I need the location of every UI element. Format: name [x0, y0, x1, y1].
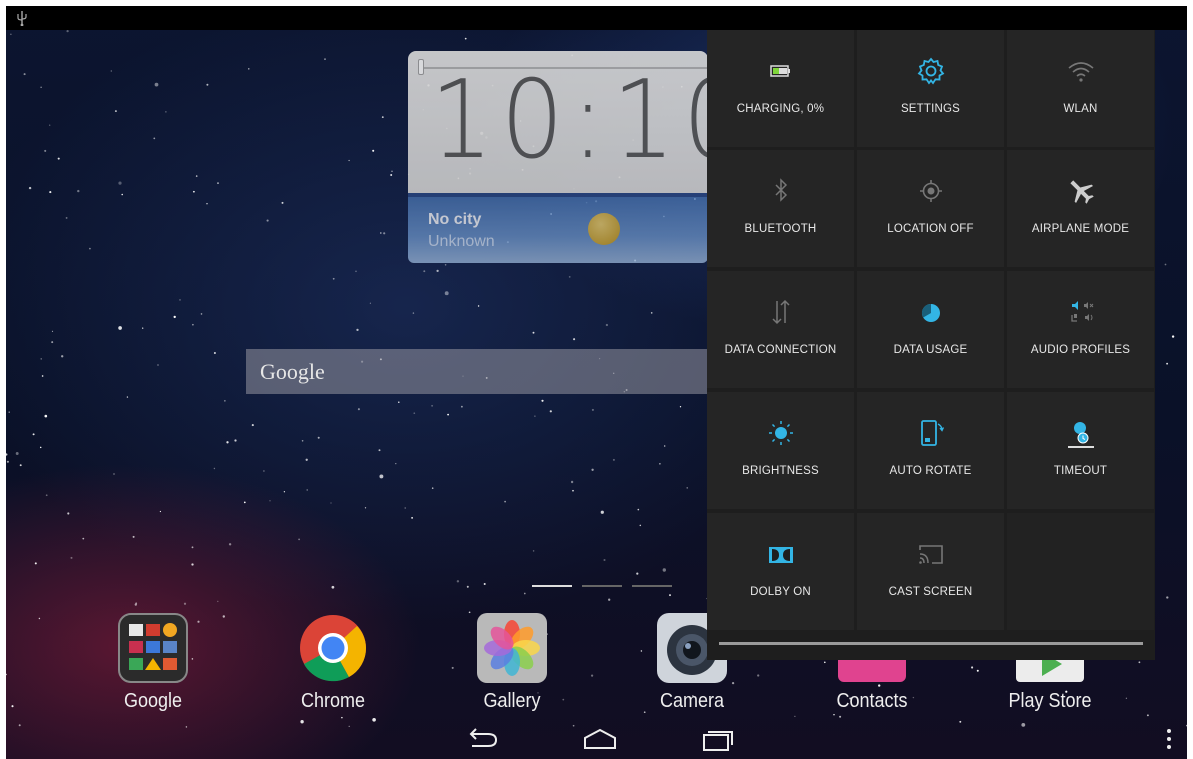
tile-cast-screen[interactable]: CAST SCREEN [857, 513, 1004, 630]
app-label: Chrome [300, 690, 366, 712]
app-label: Google [123, 690, 183, 712]
tile-label: TIMEOUT [1053, 465, 1108, 477]
wifi-icon [1067, 62, 1094, 82]
sun-icon [588, 213, 620, 245]
back-button[interactable] [464, 726, 500, 752]
brightness-icon [768, 421, 793, 445]
tile-label: BRIGHTNESS [742, 465, 819, 477]
tile-bluetooth[interactable]: BLUETOOTH [707, 150, 854, 267]
data-arrows-icon [771, 299, 790, 325]
clock-face: 10:10 [408, 51, 746, 193]
weather-status: Unknown [428, 233, 495, 250]
gear-icon [917, 57, 944, 85]
tile-auto-rotate[interactable]: AUTO ROTATE [857, 392, 1004, 509]
weather-city: No city [428, 211, 482, 228]
app-label: Gallery [483, 690, 541, 712]
quick-settings-handle[interactable] [719, 642, 1143, 645]
google-folder-icon [117, 612, 189, 684]
page-indicator [632, 585, 672, 587]
tile-data-connection[interactable]: DATA CONNECTION [707, 271, 854, 388]
tile-label: LOCATION OFF [887, 223, 974, 235]
tile-label: DATA CONNECTION [724, 344, 837, 356]
tile-label: AUTO ROTATE [889, 465, 972, 477]
audio-profiles-icon [1070, 301, 1093, 322]
app-gallery[interactable]: Gallery [452, 612, 572, 713]
navigation-bar [6, 718, 1187, 759]
clock-weather-widget[interactable]: 10:10 No city Unknown [408, 51, 746, 263]
tile-data-usage[interactable]: DATA USAGE [857, 271, 1004, 388]
page-indicator-active [532, 585, 572, 587]
tile-label: DATA USAGE [893, 344, 968, 356]
home-screen: 10:10 No city Unknown Google Google Chro… [6, 6, 1187, 759]
data-usage-icon [921, 304, 940, 322]
overflow-menu-icon[interactable] [1161, 726, 1177, 752]
airplane-icon [1069, 180, 1094, 204]
status-bar[interactable] [6, 6, 1187, 30]
app-google-folder[interactable]: Google [93, 612, 213, 713]
home-button[interactable] [582, 726, 618, 752]
tile-label: DOLBY ON [750, 586, 811, 598]
tile-audio-profiles[interactable]: AUDIO PROFILES [1007, 271, 1154, 388]
gallery-icon [476, 612, 548, 684]
tile-charging[interactable]: CHARGING, 0% [707, 30, 854, 147]
tile-label: BLUETOOTH [744, 223, 817, 235]
battery-icon [769, 65, 790, 77]
location-icon [919, 180, 942, 202]
tile-location[interactable]: LOCATION OFF [857, 150, 1004, 267]
rotate-icon [920, 420, 944, 446]
tile-label: AIRPLANE MODE [1031, 223, 1130, 235]
usb-icon [17, 11, 27, 26]
quick-settings-panel: CHARGING, 0% SETTINGS WLAN BLUETOOTH LOC… [707, 30, 1155, 660]
tile-label: CAST SCREEN [888, 586, 973, 598]
tile-label: SETTINGS [900, 103, 961, 115]
app-label: Play Store [1008, 690, 1092, 712]
tile-label: WLAN [1063, 103, 1098, 115]
tile-empty [1007, 513, 1154, 630]
dolby-icon [768, 547, 793, 563]
recents-button[interactable] [700, 726, 736, 752]
clock-knob [418, 59, 424, 75]
tile-label: AUDIO PROFILES [1030, 344, 1131, 356]
timeout-icon [1067, 422, 1094, 448]
tile-airplane-mode[interactable]: AIRPLANE MODE [1007, 150, 1154, 267]
tile-timeout[interactable]: TIMEOUT [1007, 392, 1154, 509]
cast-icon [918, 545, 943, 564]
tile-wlan[interactable]: WLAN [1007, 30, 1154, 147]
weather-panel[interactable]: No city Unknown [408, 193, 708, 263]
clock-time: 10:10 [430, 58, 754, 183]
google-search-bar[interactable]: Google [246, 349, 716, 394]
google-search-label: Google [260, 359, 325, 384]
app-chrome[interactable]: Chrome [273, 612, 393, 713]
tile-brightness[interactable]: BRIGHTNESS [707, 392, 854, 509]
page-indicator [582, 585, 622, 587]
app-label: Camera [659, 690, 725, 712]
tile-dolby[interactable]: DOLBY ON [707, 513, 854, 630]
app-label: Contacts [836, 690, 908, 712]
tile-label: CHARGING, 0% [736, 103, 825, 115]
chrome-icon [297, 612, 369, 684]
tile-settings[interactable]: SETTINGS [857, 30, 1004, 147]
bluetooth-icon [774, 178, 787, 202]
